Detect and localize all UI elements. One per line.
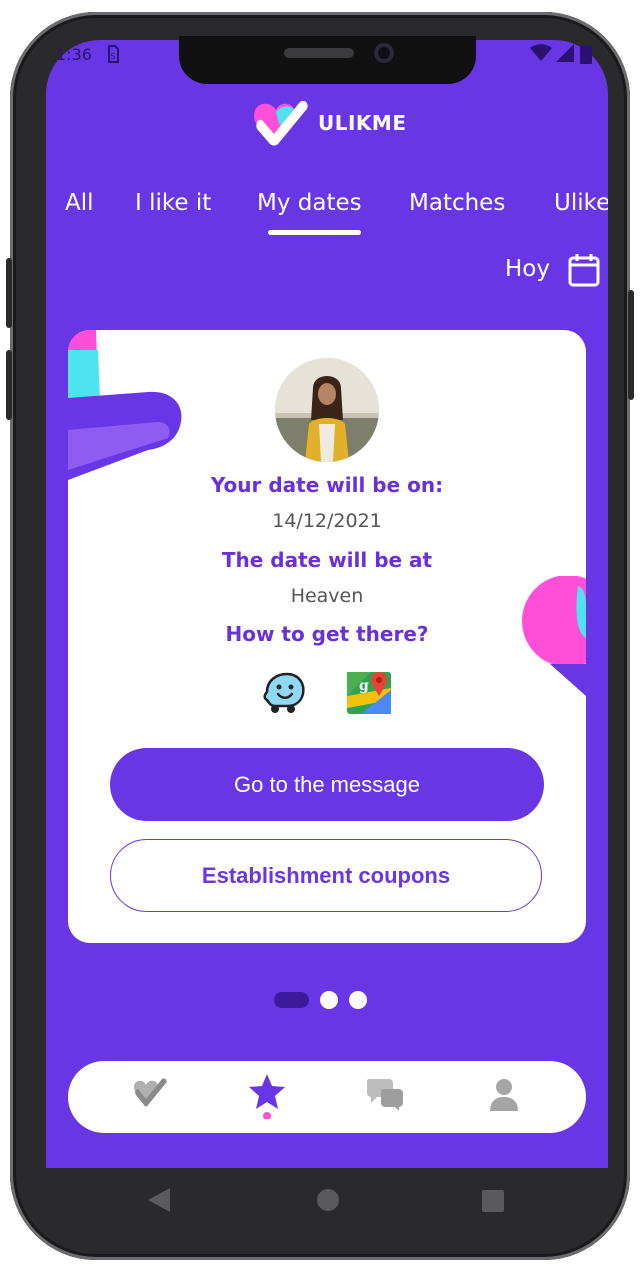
google-maps-icon[interactable]: g [347,670,391,716]
home-icon[interactable] [316,1188,340,1212]
volume-down-button [6,350,12,420]
date-label: Your date will be on: [210,473,444,497]
page-indicator [274,991,370,1015]
wifi-icon [530,44,552,66]
recents-icon[interactable] [482,1190,504,1212]
nav-item-favorites[interactable] [245,1071,289,1123]
system-navigation-bar [46,1168,608,1248]
page-dot [349,991,367,1009]
signal-icon [556,44,574,66]
profile-icon[interactable] [482,1073,526,1117]
app-logo: ULIKME [250,98,407,148]
sim-icon: S [106,44,120,68]
status-time: 1:36 [56,45,92,64]
date-filter-label[interactable]: Hoy [505,256,550,282]
volume-up-button [6,258,12,328]
establishment-coupons-button[interactable]: Establishment coupons [110,839,542,912]
battery-icon [580,44,592,68]
waze-icon[interactable] [261,670,307,716]
calendar-icon[interactable] [568,253,600,287]
directions-label: How to get there? [225,622,429,646]
notch [179,36,476,84]
earpiece-speaker [284,48,354,58]
bottom-navigation [68,1061,586,1133]
active-tab-indicator [268,230,361,235]
tab-matches[interactable]: Matches [409,190,505,216]
heart-check-icon[interactable] [128,1073,172,1117]
app-name: ULIKME [318,111,407,135]
back-icon[interactable] [148,1188,170,1212]
page-dot [320,991,338,1009]
svg-text:S: S [110,52,115,61]
place-label: The date will be at [221,548,433,572]
go-to-message-button[interactable]: Go to the message [110,748,544,821]
power-button [628,290,634,400]
page-dot-active [274,992,309,1008]
svg-text:g: g [359,678,369,694]
front-camera [374,43,394,63]
star-icon[interactable] [245,1071,289,1120]
avatar [275,358,379,462]
place-value: Heaven [290,585,364,607]
tab-ulike[interactable]: Ulike [554,190,608,216]
date-card: Your date will be on: 14/12/2021 The dat… [68,330,586,943]
tab-i-like-it[interactable]: I like it [135,190,211,216]
chat-icon[interactable] [363,1073,407,1117]
date-value: 14/12/2021 [272,510,382,532]
tab-my-dates[interactable]: My dates [257,190,362,216]
tab-all[interactable]: All [65,190,94,216]
decorative-heart-shape-left [68,330,182,480]
heart-logo-icon [254,100,308,146]
